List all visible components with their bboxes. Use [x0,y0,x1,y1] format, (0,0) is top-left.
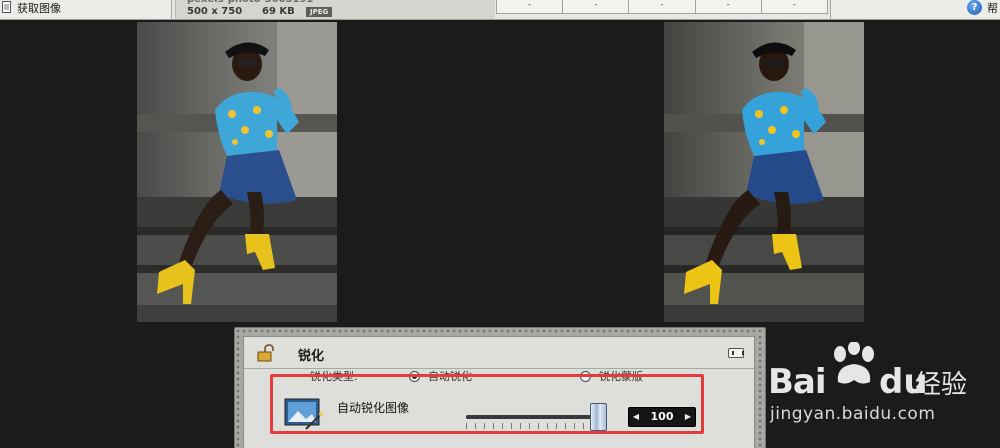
unlock-icon[interactable] [256,344,274,362]
file-info: pexels-photo-3605191 500 x 750 69 KB JPE… [175,0,495,19]
image-wand-icon [284,398,323,430]
exif-cell: - [792,0,796,9]
file-size: 69 KB [262,6,295,17]
exif-cell: - [497,0,564,13]
exif-cell: - [629,0,696,13]
sharpen-slider-ticks [466,423,602,429]
radio-auto-sharpen-label[interactable]: 自动锐化 [428,370,472,382]
help-label: 帮 [987,2,998,15]
file-name: pexels-photo-3605191 [187,0,313,5]
collapse-toggle[interactable] [728,348,744,358]
auto-sharpen-image-label: 自动锐化图像 [337,401,410,415]
sharpen-slider-track[interactable] [466,415,598,419]
sharpen-panel: 锐化 锐化类型: 自动锐化 锐化蒙版 自动锐化图像 ◀ 100 ▶ [243,336,755,448]
help-icon: ? [967,0,982,15]
exif-cell: - [696,0,762,13]
sharpen-slider-fill [466,415,598,419]
increment-icon[interactable]: ▶ [681,408,695,426]
decrement-icon[interactable]: ◀ [629,408,643,426]
watermark-brand-cn: 经验 [915,370,968,400]
photo-before [137,22,337,322]
sharpen-type-row: 锐化类型: 自动锐化 锐化蒙版 [244,370,754,382]
sharpen-type-label: 锐化类型: [310,370,358,382]
format-badge: JPEG [306,7,333,17]
top-toolbar: 获取图像 pexels-photo-3605191 500 x 750 69 K… [0,0,1000,20]
radio-unsharp-mask-label[interactable]: 锐化蒙版 [599,370,643,382]
watermark-url: jingyan.baidu.com [770,404,936,424]
radio-auto-sharpen[interactable] [409,371,420,382]
help-button[interactable]: ? 帮 [830,0,1000,19]
get-image-label: 获取图像 [17,2,61,15]
sharpen-amount-value[interactable]: 100 [643,408,681,426]
file-dimensions: 500 x 750 [187,6,243,17]
baidu-watermark: Bai du 经验 jingyan.baidu.com [768,342,1000,430]
document-icon [2,1,11,13]
photo-before-image [137,22,337,322]
watermark-brand-left: Bai [768,362,827,402]
exif-bar: - - - - - [496,0,828,14]
exif-cell: - [563,0,630,13]
panel-title: 锐化 [298,349,325,364]
sharpen-slider-thumb[interactable] [590,403,607,431]
get-image-button[interactable]: 获取图像 [0,0,172,19]
photo-after-image [664,22,864,322]
paw-icon [834,342,874,384]
radio-unsharp-mask[interactable] [580,371,591,382]
panel-header: 锐化 [244,337,754,369]
sharpen-amount-stepper[interactable]: ◀ 100 ▶ [628,407,696,427]
photo-after [664,22,864,322]
